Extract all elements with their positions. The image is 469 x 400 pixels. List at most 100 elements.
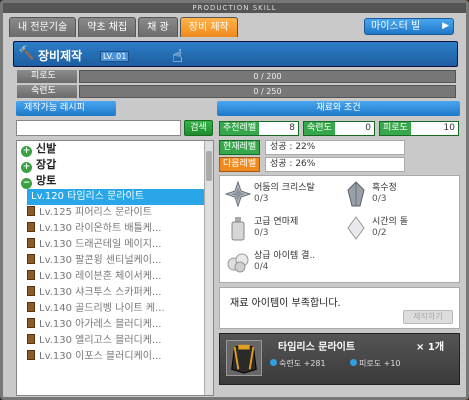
tab-mining[interactable]: 채 광 bbox=[138, 17, 178, 37]
arrow-right-icon: ▶ bbox=[442, 21, 449, 31]
category-gloves[interactable]: + 장갑 bbox=[17, 157, 213, 173]
list-item[interactable]: Lv.130 라이온하트 배틀케... bbox=[17, 221, 213, 237]
material-name: 흑수정 bbox=[372, 183, 397, 193]
list-item[interactable]: Lv.130 레이븐혼 체이서케... bbox=[17, 269, 213, 285]
list-item[interactable]: Lv.140 골드리벵 나이트 케... bbox=[17, 301, 213, 317]
recipe-panel-title: 제작가능 레시피 bbox=[16, 101, 116, 116]
fatigue-bar: 피로도 0 / 200 bbox=[17, 70, 456, 83]
list-item-label: Lv.130 라이온하트 배틀케... bbox=[39, 223, 162, 234]
tab-smithing[interactable]: 장비 제작 bbox=[179, 17, 238, 37]
req-value: 10 bbox=[443, 123, 455, 133]
recipe-scrollbar[interactable] bbox=[204, 141, 213, 395]
material-item[interactable]: 고급 연마제 0/3 bbox=[222, 212, 342, 246]
material-count: 0/3 bbox=[372, 194, 387, 204]
bullet-icon bbox=[270, 359, 277, 366]
scrollbar-thumb[interactable] bbox=[206, 151, 212, 181]
list-item[interactable]: Lv.130 아가레스 블러디케... bbox=[17, 317, 213, 333]
next-level-label: 다음레벨 bbox=[219, 157, 261, 172]
window-title: PRODUCTION SKILL bbox=[3, 3, 466, 13]
category-shoes[interactable]: + 신발 bbox=[17, 141, 213, 157]
result-item-slot[interactable] bbox=[226, 340, 262, 376]
search-button[interactable]: 검색 bbox=[184, 120, 213, 136]
list-item-label: Lv.130 엘리고스 블러디케... bbox=[39, 335, 162, 346]
list-item-label: Lv.125 피어리스 문라이트 bbox=[39, 207, 152, 218]
polish-bottle-icon bbox=[231, 217, 245, 241]
category-cape[interactable]: − 망토 bbox=[17, 173, 213, 189]
production-skill-window: PRODUCTION SKILL 내 전문기술 약초 채집 채 광 장비 제작 … bbox=[0, 0, 469, 400]
result-fatigue-text: 피로도 +10 bbox=[359, 359, 401, 368]
material-count: 0/2 bbox=[372, 228, 387, 238]
material-item[interactable]: 흑수정 0/3 bbox=[340, 178, 460, 212]
tab-my-skills[interactable]: 내 전문기술 bbox=[9, 17, 77, 37]
status-message: 재료 아이템이 부족합니다. bbox=[230, 298, 341, 309]
list-item[interactable]: Lv.130 이포스 블러디케이... bbox=[17, 349, 213, 365]
result-name: 타임리스 문라이트 bbox=[278, 342, 356, 353]
skill-header: 🔨 장비제작 LV. 01 ☝ bbox=[13, 41, 458, 67]
list-item[interactable]: Lv.130 드래곤테일 메이지... bbox=[17, 237, 213, 253]
material-name: 고급 연마제 bbox=[254, 217, 299, 227]
result-proficiency: 숙련도 +281 bbox=[270, 358, 326, 369]
tab-bar: 내 전문기술 약초 채집 채 광 장비 제작 bbox=[9, 17, 238, 37]
expand-icon: + bbox=[21, 146, 32, 157]
list-item[interactable]: Lv.130 팔콘윙 센티널케이... bbox=[17, 253, 213, 269]
material-item[interactable]: 어둠의 크리스탈 0/3 bbox=[222, 178, 342, 212]
bullet-icon bbox=[350, 359, 357, 366]
cape-icon bbox=[231, 344, 257, 374]
category-label: 신발 bbox=[36, 142, 57, 155]
search-input[interactable] bbox=[16, 120, 181, 136]
dark-crystal-icon bbox=[224, 180, 252, 208]
recipe-book-icon bbox=[27, 350, 35, 360]
black-crystal-icon bbox=[347, 181, 365, 207]
result-panel: 타임리스 문라이트 × 1개 숙련도 +281 피로도 +10 bbox=[219, 333, 460, 385]
current-level-value: 성공 : 22% bbox=[265, 140, 405, 155]
material-item[interactable]: 상급 아이템 결.. 0/4 bbox=[222, 246, 342, 280]
recipe-panel: 제작가능 레시피 검색 + 신발 + 장갑 − 망토 Lv.120 타임리스 문라이트… bbox=[16, 101, 214, 396]
material-count: 0/4 bbox=[254, 262, 269, 272]
next-level-value: 성공 : 26% bbox=[265, 157, 405, 172]
material-name: 상급 아이템 결.. bbox=[254, 251, 316, 261]
fatigue-label: 피로도 bbox=[17, 70, 77, 83]
material-name: 시간의 돌 bbox=[372, 217, 408, 227]
recipe-list: + 신발 + 장갑 − 망토 Lv.120 타임리스 문라이트 Lv.125 피어리스… bbox=[16, 140, 214, 396]
list-item[interactable]: Lv.125 피어리스 문라이트 bbox=[17, 205, 213, 221]
list-item-label: Lv.130 이포스 블러디케이... bbox=[39, 351, 162, 362]
list-item[interactable]: Lv.130 엘리고스 블러디케... bbox=[17, 333, 213, 349]
materials-list: 어둠의 크리스탈 0/3 흑수정 0/3 고급 연마제 0/3 시간의 돌 0/… bbox=[219, 175, 460, 283]
recipe-book-icon bbox=[27, 302, 35, 312]
material-count: 0/3 bbox=[254, 194, 269, 204]
req-recommended-level: 추천레벨 8 bbox=[219, 121, 299, 136]
result-count: × 1개 bbox=[416, 342, 445, 353]
expand-icon: + bbox=[21, 162, 32, 173]
search-row: 검색 bbox=[16, 120, 214, 137]
fatigue-value: 0 / 200 bbox=[79, 70, 456, 83]
list-item-label: Lv.130 팔콘윙 센티널케이... bbox=[39, 255, 162, 266]
materials-panel-title: 재료와 조건 bbox=[217, 101, 460, 116]
material-item[interactable]: 시간의 돌 0/2 bbox=[340, 212, 460, 246]
recipe-book-icon bbox=[27, 334, 35, 344]
current-level-label: 현재레벨 bbox=[219, 140, 261, 155]
list-item-label: Lv.130 샤크투스 스카퍼케... bbox=[39, 287, 162, 298]
meister-ville-label: 마이스터 빌 bbox=[371, 21, 421, 32]
list-item[interactable]: Lv.120 타임리스 문라이트 bbox=[27, 189, 213, 205]
req-value: 0 bbox=[365, 123, 371, 133]
skill-level: LV. 01 bbox=[100, 51, 130, 62]
result-fatigue: 피로도 +10 bbox=[350, 358, 401, 369]
next-level-row: 다음레벨 성공 : 26% bbox=[219, 157, 460, 172]
req-fatigue: 피로도 10 bbox=[379, 121, 459, 136]
recipe-book-icon bbox=[27, 318, 35, 328]
status-message-box: 재료 아이템이 부족합니다. 제작하기 bbox=[219, 287, 460, 329]
recipe-book-icon bbox=[27, 222, 35, 232]
req-proficiency: 숙련도 0 bbox=[303, 121, 375, 136]
list-item[interactable]: Lv.130 샤크투스 스카퍼케... bbox=[17, 285, 213, 301]
recipe-book-icon bbox=[27, 206, 35, 216]
meister-ville-button[interactable]: 마이스터 빌 ▶ bbox=[364, 18, 454, 35]
list-item-label: Lv.130 아가레스 블러디케... bbox=[39, 319, 162, 330]
craft-button[interactable]: 제작하기 bbox=[403, 310, 453, 324]
time-stone-icon bbox=[347, 216, 365, 240]
materials-panel: 재료와 조건 추천레벨 8 숙련도 0 피로도 10 현재레벨 성공 : 22% 다음… bbox=[217, 101, 460, 396]
req-label: 숙련도 bbox=[304, 122, 335, 135]
collapse-icon: − bbox=[21, 178, 32, 189]
requirements-row: 추천레벨 8 숙련도 0 피로도 10 bbox=[219, 121, 460, 136]
tab-herbalism[interactable]: 약초 채집 bbox=[78, 17, 137, 37]
req-value: 8 bbox=[289, 123, 295, 133]
